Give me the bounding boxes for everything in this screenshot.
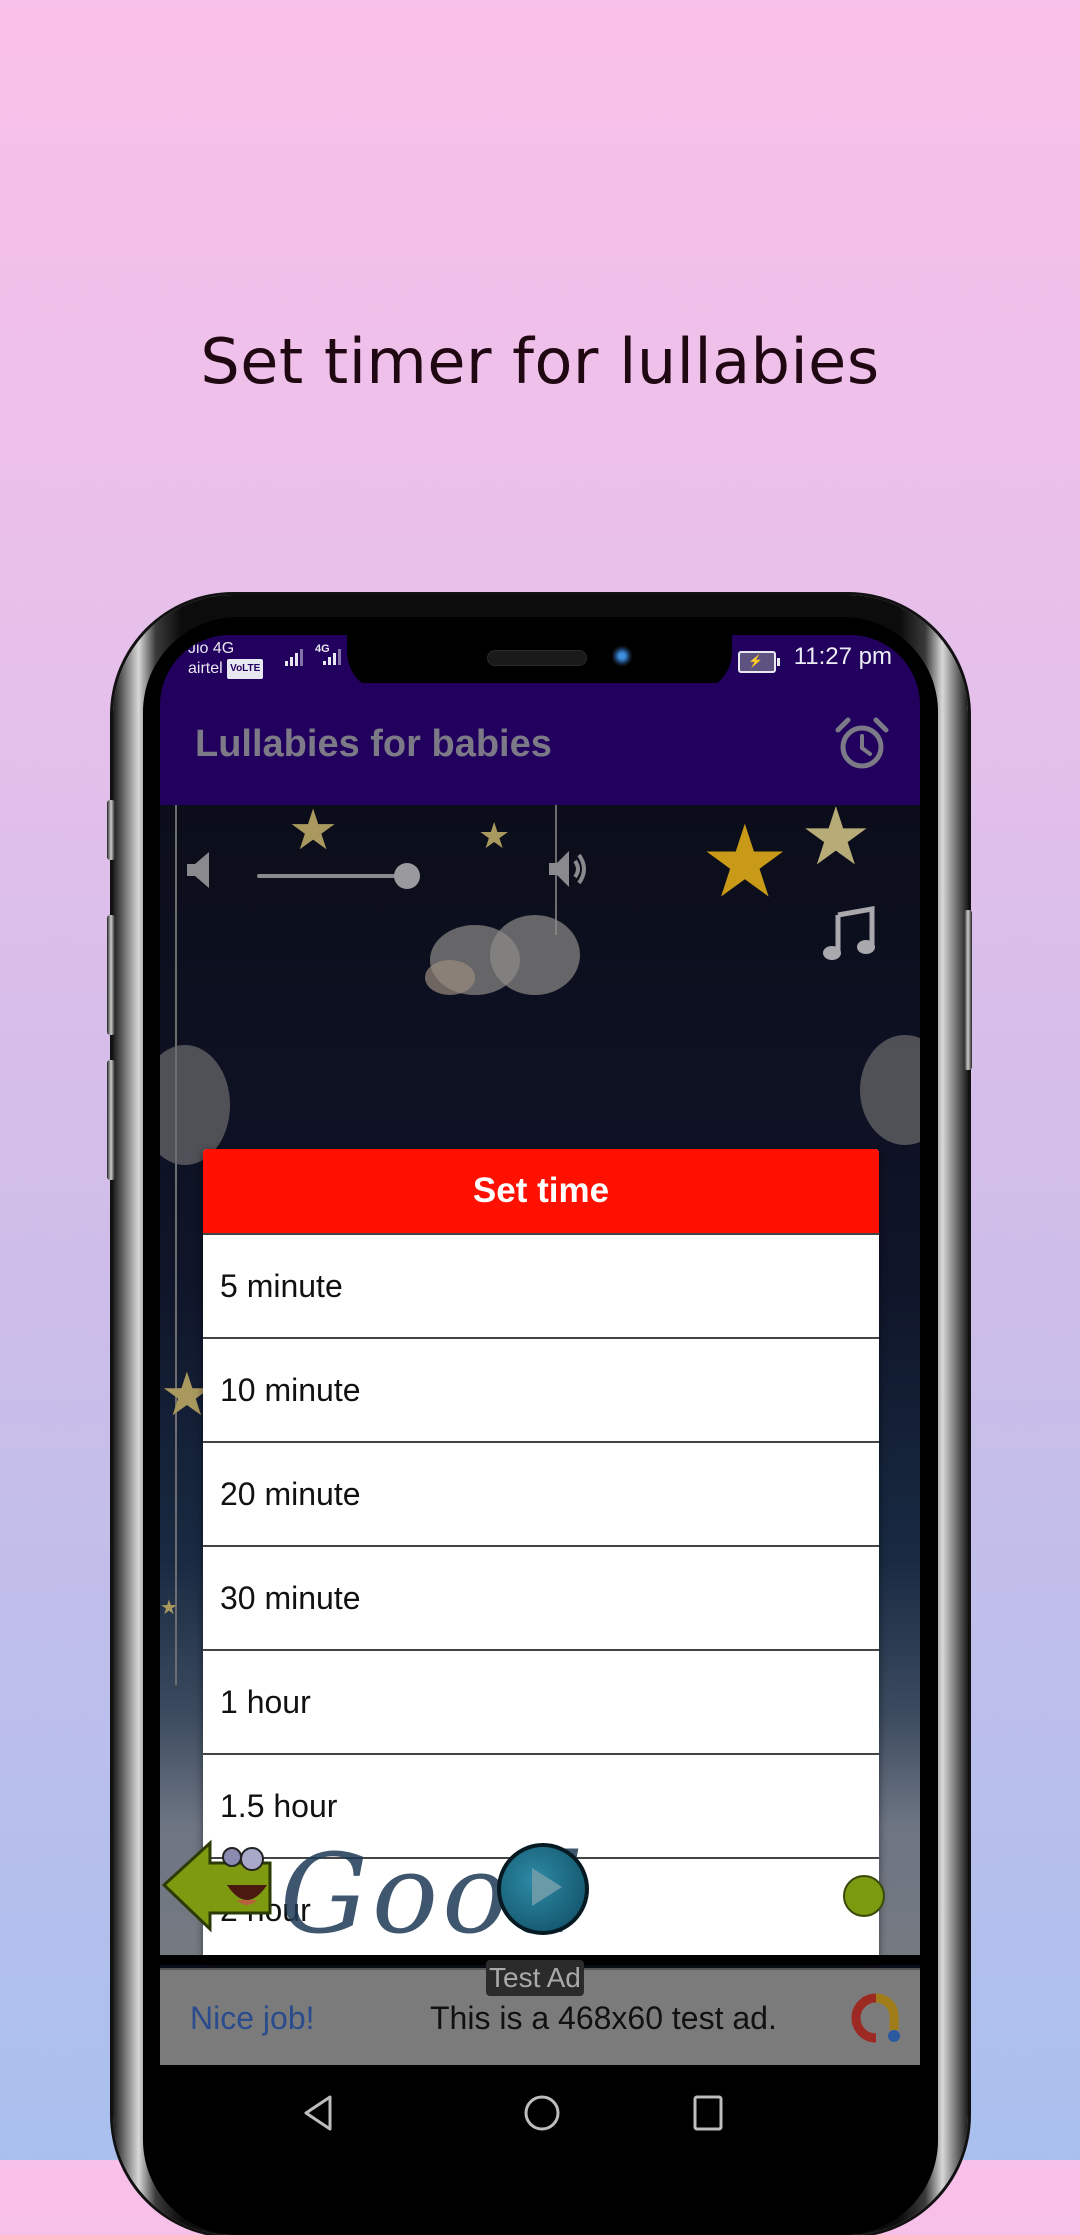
front-camera [612,646,632,666]
volume-thumb[interactable] [394,863,420,889]
phone-side-button [107,800,115,860]
ad-headline[interactable]: Nice job! [190,2000,315,2037]
play-icon[interactable] [497,1843,589,1935]
cloud-decoration [160,1045,230,1165]
carrier-info: Jio 4G airtel VoLTE [188,639,264,679]
volume-high-icon[interactable] [545,845,593,898]
decor-line [175,805,177,1685]
phone-side-button [107,1060,115,1180]
back-icon[interactable] [300,2093,340,2138]
music-note-icon[interactable] [820,905,880,970]
dialog-title: Set time [203,1149,879,1233]
timer-option-1-hour[interactable]: 1 hour [203,1649,879,1753]
phone-side-button [964,910,972,1070]
battery-charging-icon: ⚡ [738,651,780,673]
signal-icon [285,649,303,666]
home-icon[interactable] [522,2093,562,2138]
test-ad-badge: Test Ad [486,1960,584,1996]
ad-banner[interactable]: Test Ad Nice job! This is a 468x60 test … [160,1960,920,2067]
cloud-decoration [860,1035,920,1145]
sheep-illustration [410,915,580,1025]
app-bar: Lullabies for babies [160,683,920,805]
ad-logo-icon [850,1992,902,2049]
carrier-1: Jio 4G [188,640,235,657]
volte-badge: VoLTE [227,659,264,679]
status-time: 11:27 pm [793,643,892,670]
star-decoration: ★ [800,792,872,881]
volume-track [257,874,407,878]
alarm-clock-icon[interactable] [834,716,890,772]
page-headline: Set timer for lullabies [200,325,880,398]
volume-slider[interactable] [257,861,420,891]
navigation-bar [160,2065,920,2160]
back-arrow-icon[interactable] [161,1835,282,1940]
carrier-2: airtel [188,660,223,678]
timer-option-30-min[interactable]: 30 minute [203,1545,879,1649]
star-decoration: ★ [478,815,511,856]
earpiece-speaker [487,650,587,666]
volume-low-icon[interactable] [185,850,215,895]
star-decoration: ★ [700,806,790,918]
timer-option-20-min[interactable]: 20 minute [203,1441,879,1545]
player-controls: Good Night [160,1805,920,2086]
timer-option-5-min[interactable]: 5 minute [203,1233,879,1337]
app-title: Lullabies for babies [195,723,552,765]
signal-icon [323,649,341,665]
next-button[interactable] [843,1875,885,1917]
player-area: ★ ★ ★ ★ ★ ★ Set time 5 minute 10 minute … [160,792,920,2086]
timer-option-10-min[interactable]: 10 minute [203,1337,879,1441]
recents-icon[interactable] [688,2093,728,2138]
ad-body[interactable]: This is a 468x60 test ad. [430,2000,777,2037]
phone-screen: Jio 4G airtel VoLTE 4G ⚡ 11:27 pm Lullab… [160,635,920,2160]
star-decoration: ★ [288,798,339,861]
phone-side-button [107,915,115,1035]
star-decoration: ★ [160,1597,178,1619]
